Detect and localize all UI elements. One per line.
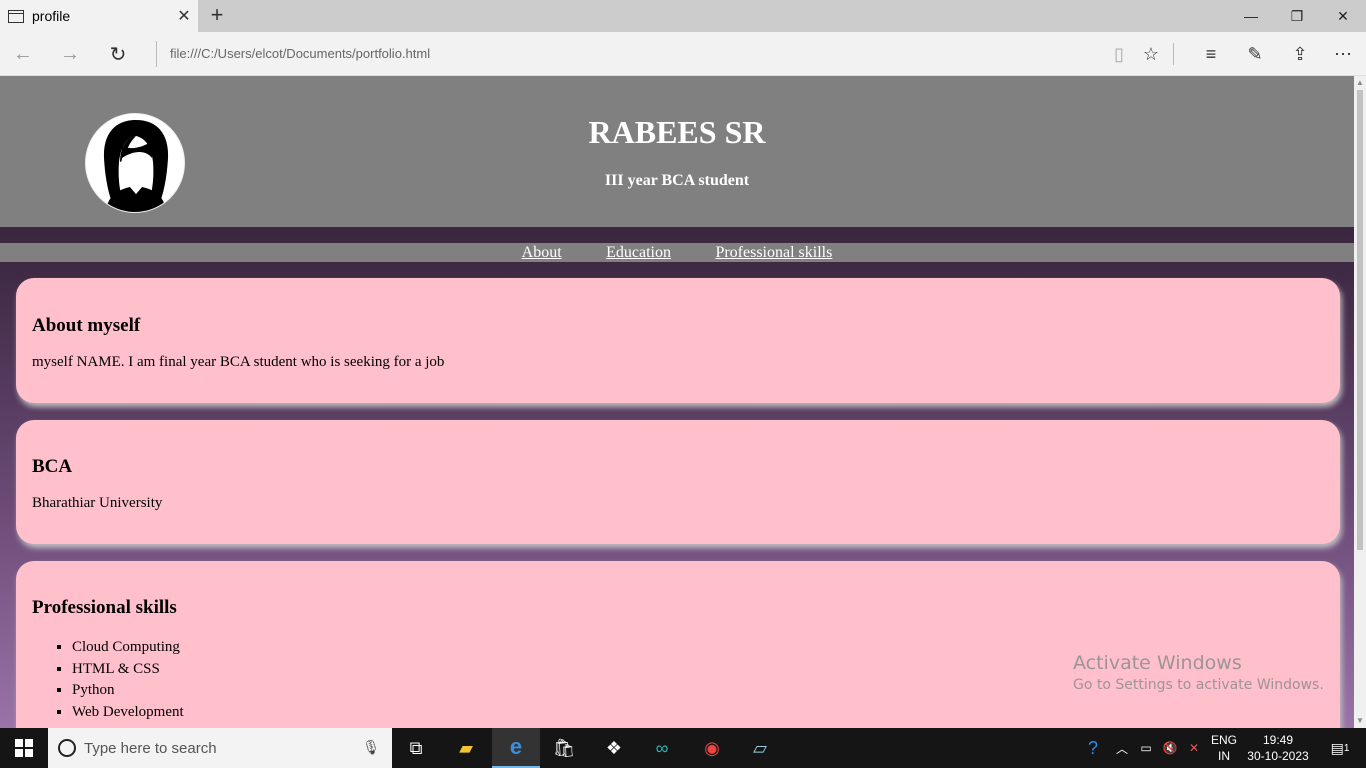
activation-watermark-title: Activate Windows bbox=[1073, 652, 1242, 674]
education-text: Bharathiar University bbox=[32, 495, 163, 511]
store-icon[interactable]: 🛍 bbox=[540, 728, 588, 768]
web-note-icon[interactable]: ✎ bbox=[1240, 40, 1270, 68]
browser-tab[interactable]: profile ✕ bbox=[0, 0, 198, 32]
profile-subtitle: III year BCA student bbox=[604, 172, 750, 189]
about-heading: About myself bbox=[32, 315, 141, 336]
microphone-icon[interactable]: 🎙 bbox=[362, 739, 380, 756]
clock[interactable]: 19:49 30-10-2023 bbox=[1244, 728, 1312, 768]
favorite-star-icon[interactable]: ☆ bbox=[1136, 40, 1166, 68]
address-bar: ← → ↻ file:///C:/Users/elcot/Documents/p… bbox=[0, 32, 1366, 76]
edge-browser-icon[interactable]: e bbox=[492, 728, 540, 768]
close-window-button[interactable]: ✕ bbox=[1320, 0, 1366, 32]
scroll-up-icon[interactable]: ▲ bbox=[1356, 78, 1364, 87]
volume-muted-icon[interactable]: 🔇 bbox=[1158, 728, 1182, 768]
reading-view-icon[interactable]: ▯ bbox=[1104, 40, 1134, 68]
browser-tab-bar: profile ✕ + — ❐ ✕ bbox=[0, 0, 1366, 32]
clock-time: 19:49 bbox=[1262, 733, 1294, 747]
chrome-icon[interactable]: ◉ bbox=[688, 728, 736, 768]
more-icon[interactable]: ⋯ bbox=[1328, 40, 1358, 68]
language-code: ENG bbox=[1210, 733, 1237, 747]
list-item: HTML & CSS bbox=[72, 659, 184, 681]
restore-button[interactable]: ❐ bbox=[1274, 0, 1320, 32]
show-hidden-icons-icon[interactable]: ︿ bbox=[1110, 728, 1134, 768]
task-view-icon[interactable]: ⧉ bbox=[392, 728, 440, 768]
hub-icon[interactable]: ≡ bbox=[1196, 40, 1226, 68]
list-item: Python bbox=[72, 680, 184, 702]
page-viewport: RABEES SR III year BCA student About Edu… bbox=[0, 76, 1354, 728]
language-indicator[interactable]: ENG IN bbox=[1206, 728, 1242, 768]
notification-count: 1 bbox=[1343, 742, 1350, 754]
network-icon[interactable]: ✕ bbox=[1182, 728, 1206, 768]
about-text: myself NAME. I am final year BCA student… bbox=[32, 354, 445, 370]
list-item: Cloud Computing bbox=[72, 637, 184, 659]
taskbar-search[interactable]: Type here to search 🎙 bbox=[48, 728, 392, 768]
profile-header: RABEES SR III year BCA student bbox=[0, 76, 1354, 227]
arduino-icon[interactable]: ∞ bbox=[638, 728, 686, 768]
nav-link-professional-skills[interactable]: Professional skills bbox=[715, 244, 832, 261]
about-card: About myself myself NAME. I am final yea… bbox=[16, 278, 1340, 403]
vertical-scrollbar[interactable]: ▲ ▼ bbox=[1354, 76, 1366, 728]
education-heading: BCA bbox=[32, 456, 73, 477]
back-button[interactable]: ← bbox=[8, 40, 38, 68]
new-tab-button[interactable]: + bbox=[204, 4, 230, 28]
file-explorer-icon[interactable]: ▰ bbox=[442, 728, 490, 768]
nav-link-education[interactable]: Education bbox=[606, 244, 671, 261]
refresh-button[interactable]: ↻ bbox=[103, 40, 133, 68]
action-center-icon[interactable]: ▤ 1 bbox=[1318, 728, 1362, 768]
battery-icon[interactable]: ▭ bbox=[1134, 728, 1158, 768]
profile-name: RABEES SR bbox=[588, 114, 766, 150]
dropbox-icon[interactable]: ❖ bbox=[590, 728, 638, 768]
skills-list: Cloud Computing HTML & CSS Python Web De… bbox=[72, 637, 184, 723]
scroll-down-icon[interactable]: ▼ bbox=[1356, 716, 1364, 725]
skills-card: Professional skills Cloud Computing HTML… bbox=[16, 561, 1340, 728]
region-code: IN bbox=[1218, 749, 1230, 763]
start-button[interactable] bbox=[0, 728, 48, 768]
divider bbox=[1173, 43, 1174, 65]
tab-title: profile bbox=[32, 8, 71, 24]
notepad-icon[interactable]: ▱ bbox=[736, 728, 784, 768]
notification-icon: ▤ bbox=[1330, 739, 1344, 756]
search-placeholder: Type here to search bbox=[84, 739, 217, 757]
forward-button[interactable]: → bbox=[55, 40, 85, 68]
education-card: BCA Bharathiar University bbox=[16, 420, 1340, 544]
scroll-thumb[interactable] bbox=[1357, 90, 1363, 550]
divider bbox=[156, 41, 157, 67]
share-icon[interactable]: ⇪ bbox=[1285, 40, 1315, 68]
activation-watermark-text: Go to Settings to activate Windows. bbox=[1073, 677, 1324, 693]
minimize-button[interactable]: — bbox=[1228, 0, 1274, 32]
taskbar: Type here to search 🎙 ⧉ ▰ e 🛍 ❖ ∞ ◉ ▱ ? … bbox=[0, 728, 1366, 768]
url-field[interactable]: file:///C:/Users/elcot/Documents/portfol… bbox=[170, 46, 430, 61]
nav-link-about[interactable]: About bbox=[522, 244, 562, 261]
list-item: Web Development bbox=[72, 702, 184, 724]
clock-date: 30-10-2023 bbox=[1247, 749, 1309, 763]
help-icon[interactable]: ? bbox=[1078, 728, 1108, 768]
section-nav: About Education Professional skills bbox=[0, 243, 1354, 262]
skills-heading: Professional skills bbox=[32, 597, 177, 618]
search-icon bbox=[58, 739, 76, 757]
page-icon bbox=[8, 9, 24, 23]
close-tab-icon[interactable]: ✕ bbox=[170, 2, 198, 30]
windows-logo-icon bbox=[15, 739, 33, 757]
